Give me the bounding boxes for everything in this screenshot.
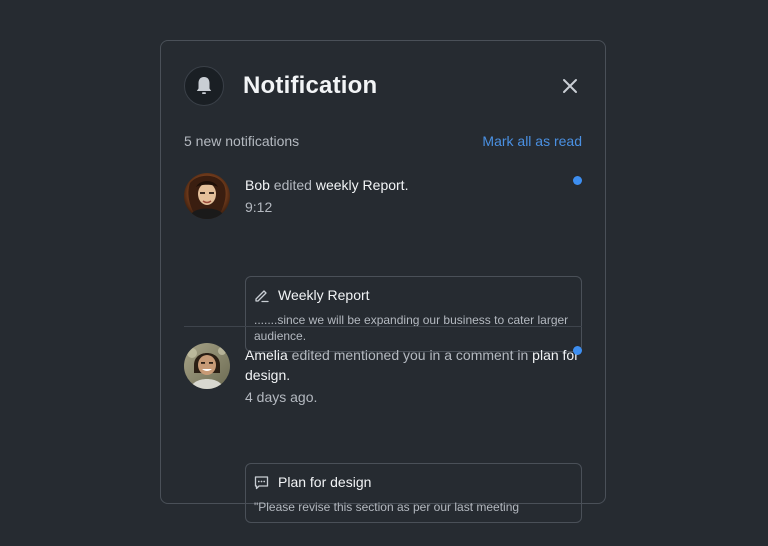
card-header: Plan for design [254, 474, 573, 490]
close-icon [563, 79, 577, 93]
notification-content: Bob edited weekly Report. 9:12 [245, 175, 582, 217]
avatar[interactable] [184, 173, 230, 219]
new-notifications-count: 5 new notifications [184, 133, 300, 149]
card-excerpt: .......since we will be expanding our bu… [254, 313, 569, 343]
action-text: edited mentioned you in a comment in [287, 347, 533, 363]
unread-indicator [573, 346, 582, 355]
panel-title: Notification [243, 72, 378, 99]
close-button[interactable] [558, 74, 582, 98]
notification-panel: Notification 5 new notifications Mark al… [160, 40, 606, 523]
target-link[interactable]: weekly Report. [316, 177, 409, 193]
notification-content: Amelia edited mentioned you in a comment… [245, 345, 582, 407]
bell-badge [184, 66, 224, 106]
attachment-card[interactable]: Weekly Report .......since we will be ex… [245, 276, 582, 352]
card-title: Plan for design [278, 474, 372, 490]
attachment-card[interactable]: Plan for design "Please revise this sect… [245, 463, 582, 523]
notification-text: Amelia edited mentioned you in a comment… [245, 345, 582, 385]
notification-subbar: 5 new notifications Mark all as read [184, 131, 582, 151]
notification-time: 9:12 [245, 199, 273, 215]
panel-header: Notification [184, 65, 582, 107]
card-excerpt: "Please revise this section as per our l… [254, 500, 520, 514]
unread-indicator [573, 176, 582, 185]
action-text: edited [269, 177, 316, 193]
actor-name: Bob [245, 177, 270, 193]
actor-name: Amelia [245, 347, 288, 363]
pencil-icon [255, 289, 269, 302]
card-header: Weekly Report [254, 287, 573, 303]
bell-icon [196, 77, 212, 94]
notification-text: Bob edited weekly Report. [245, 175, 582, 195]
notification-time: 4 days ago. [245, 389, 318, 405]
mark-all-read-link[interactable]: Mark all as read [482, 133, 582, 149]
comment-icon [254, 475, 269, 489]
avatar[interactable] [184, 343, 230, 389]
item-divider [184, 326, 582, 327]
card-title: Weekly Report [278, 287, 370, 303]
